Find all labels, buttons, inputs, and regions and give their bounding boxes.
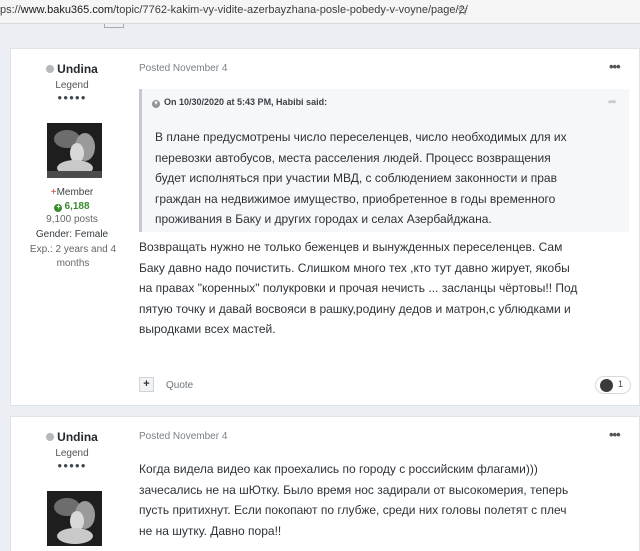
rank-pips: ●●●●● bbox=[57, 93, 87, 102]
offline-dot-icon bbox=[46, 433, 55, 441]
author-name[interactable]: Undina bbox=[57, 430, 98, 444]
forum-post: Undina Legend ●●●●● Posted November 4 ••… bbox=[10, 416, 640, 551]
body-line: Возвращать нужно не только беженцев и вы… bbox=[139, 240, 563, 254]
reaction-count: 1 bbox=[618, 379, 624, 389]
tab-edge bbox=[104, 24, 124, 28]
author-gender: Gender: Female bbox=[35, 229, 109, 240]
author-name[interactable]: Undina bbox=[57, 62, 98, 76]
body-line: Когда видела видео как проехались по гор… bbox=[139, 462, 538, 476]
author-name-row[interactable]: Undina bbox=[11, 430, 133, 444]
offline-dot-icon bbox=[46, 65, 55, 73]
reaction-emoji-icon bbox=[600, 379, 613, 392]
quote-text: В плане предусмотрены число переселенцев… bbox=[155, 127, 625, 230]
author-experience: Exp.: 2 years and 4 months bbox=[29, 244, 117, 269]
chevron-circle-icon: ▾ bbox=[152, 100, 160, 108]
url-prefix: ps:// bbox=[0, 4, 21, 16]
address-url[interactable]: ps://www.baku365.com/topic/7762-kakim-vy… bbox=[0, 4, 468, 16]
author-rank: Legend bbox=[55, 80, 89, 91]
post-date[interactable]: Posted November 4 bbox=[139, 431, 227, 442]
share-icon[interactable]: ➦ bbox=[608, 95, 617, 108]
author-reputation: +6,188 bbox=[54, 201, 90, 212]
avatar-image bbox=[47, 123, 102, 178]
forum-post: Undina Legend ●●●●● +Member +6,188 9,100… bbox=[10, 48, 640, 406]
body-line: зачесались не на шЮтку. Было время нос з… bbox=[139, 482, 569, 497]
reaction-button[interactable]: 1 bbox=[595, 376, 631, 394]
author-rank: Legend bbox=[55, 448, 89, 459]
author-group: +Member bbox=[50, 187, 94, 198]
browser-address-bar[interactable]: ps://www.baku365.com/topic/7762-kakim-vy… bbox=[0, 0, 640, 24]
more-horizontal-icon[interactable]: ••• bbox=[609, 427, 621, 442]
rank-pips: ●●●●● bbox=[57, 461, 87, 470]
post-body: Возвращать нужно не только беженцев и вы… bbox=[139, 237, 639, 340]
author-post-count: 9,100 posts bbox=[46, 214, 98, 225]
quote-line: перевозки автобусов, места расселения лю… bbox=[155, 150, 551, 165]
quote-line: В плане предусмотрены число переселенцев… bbox=[155, 130, 567, 144]
body-line: не на шутку. Давно пора!! bbox=[139, 523, 282, 538]
bookmark-star-icon[interactable]: ☆ bbox=[456, 2, 469, 19]
author-name-row[interactable]: Undina bbox=[11, 62, 133, 76]
quote-line: будет исполняться при участии МВД, с соб… bbox=[155, 171, 557, 185]
quote-line: проживания в Баку и других городах и сел… bbox=[155, 212, 492, 226]
body-line: Баку давно надо почистить. Слишком много… bbox=[139, 260, 570, 275]
avatar[interactable] bbox=[47, 123, 102, 178]
body-line: пятую точку и давай восвояси в рашку,род… bbox=[139, 301, 571, 316]
quote-button[interactable]: Quote bbox=[166, 380, 193, 391]
post-date[interactable]: Posted November 4 bbox=[139, 63, 227, 74]
body-line: на правах "коренных" полукровки и прочая… bbox=[139, 281, 578, 295]
quote-citation[interactable]: ▾ On 10/30/2020 at 5:43 PM, Habibi said: bbox=[152, 97, 327, 108]
body-line: выродками всех мастей. bbox=[139, 322, 276, 336]
url-host: www.baku365.com bbox=[20, 4, 114, 16]
post-body: Когда видела видео как проехались по гор… bbox=[139, 459, 639, 541]
url-path: /topic/7762-kakim-vy-vidite-azerbayzhana… bbox=[113, 4, 468, 16]
body-line: пусть притихнут. Если покопают по глубже… bbox=[139, 503, 567, 517]
multiquote-button[interactable]: + bbox=[139, 377, 154, 392]
blockquote: ▾ On 10/30/2020 at 5:43 PM, Habibi said: … bbox=[139, 89, 629, 232]
reputation-plus-icon: + bbox=[54, 204, 63, 212]
avatar[interactable] bbox=[47, 491, 102, 546]
avatar-image bbox=[47, 491, 102, 546]
more-horizontal-icon[interactable]: ••• bbox=[609, 59, 621, 74]
quote-line: граждан на недвижимое имущество, приобре… bbox=[155, 191, 556, 206]
